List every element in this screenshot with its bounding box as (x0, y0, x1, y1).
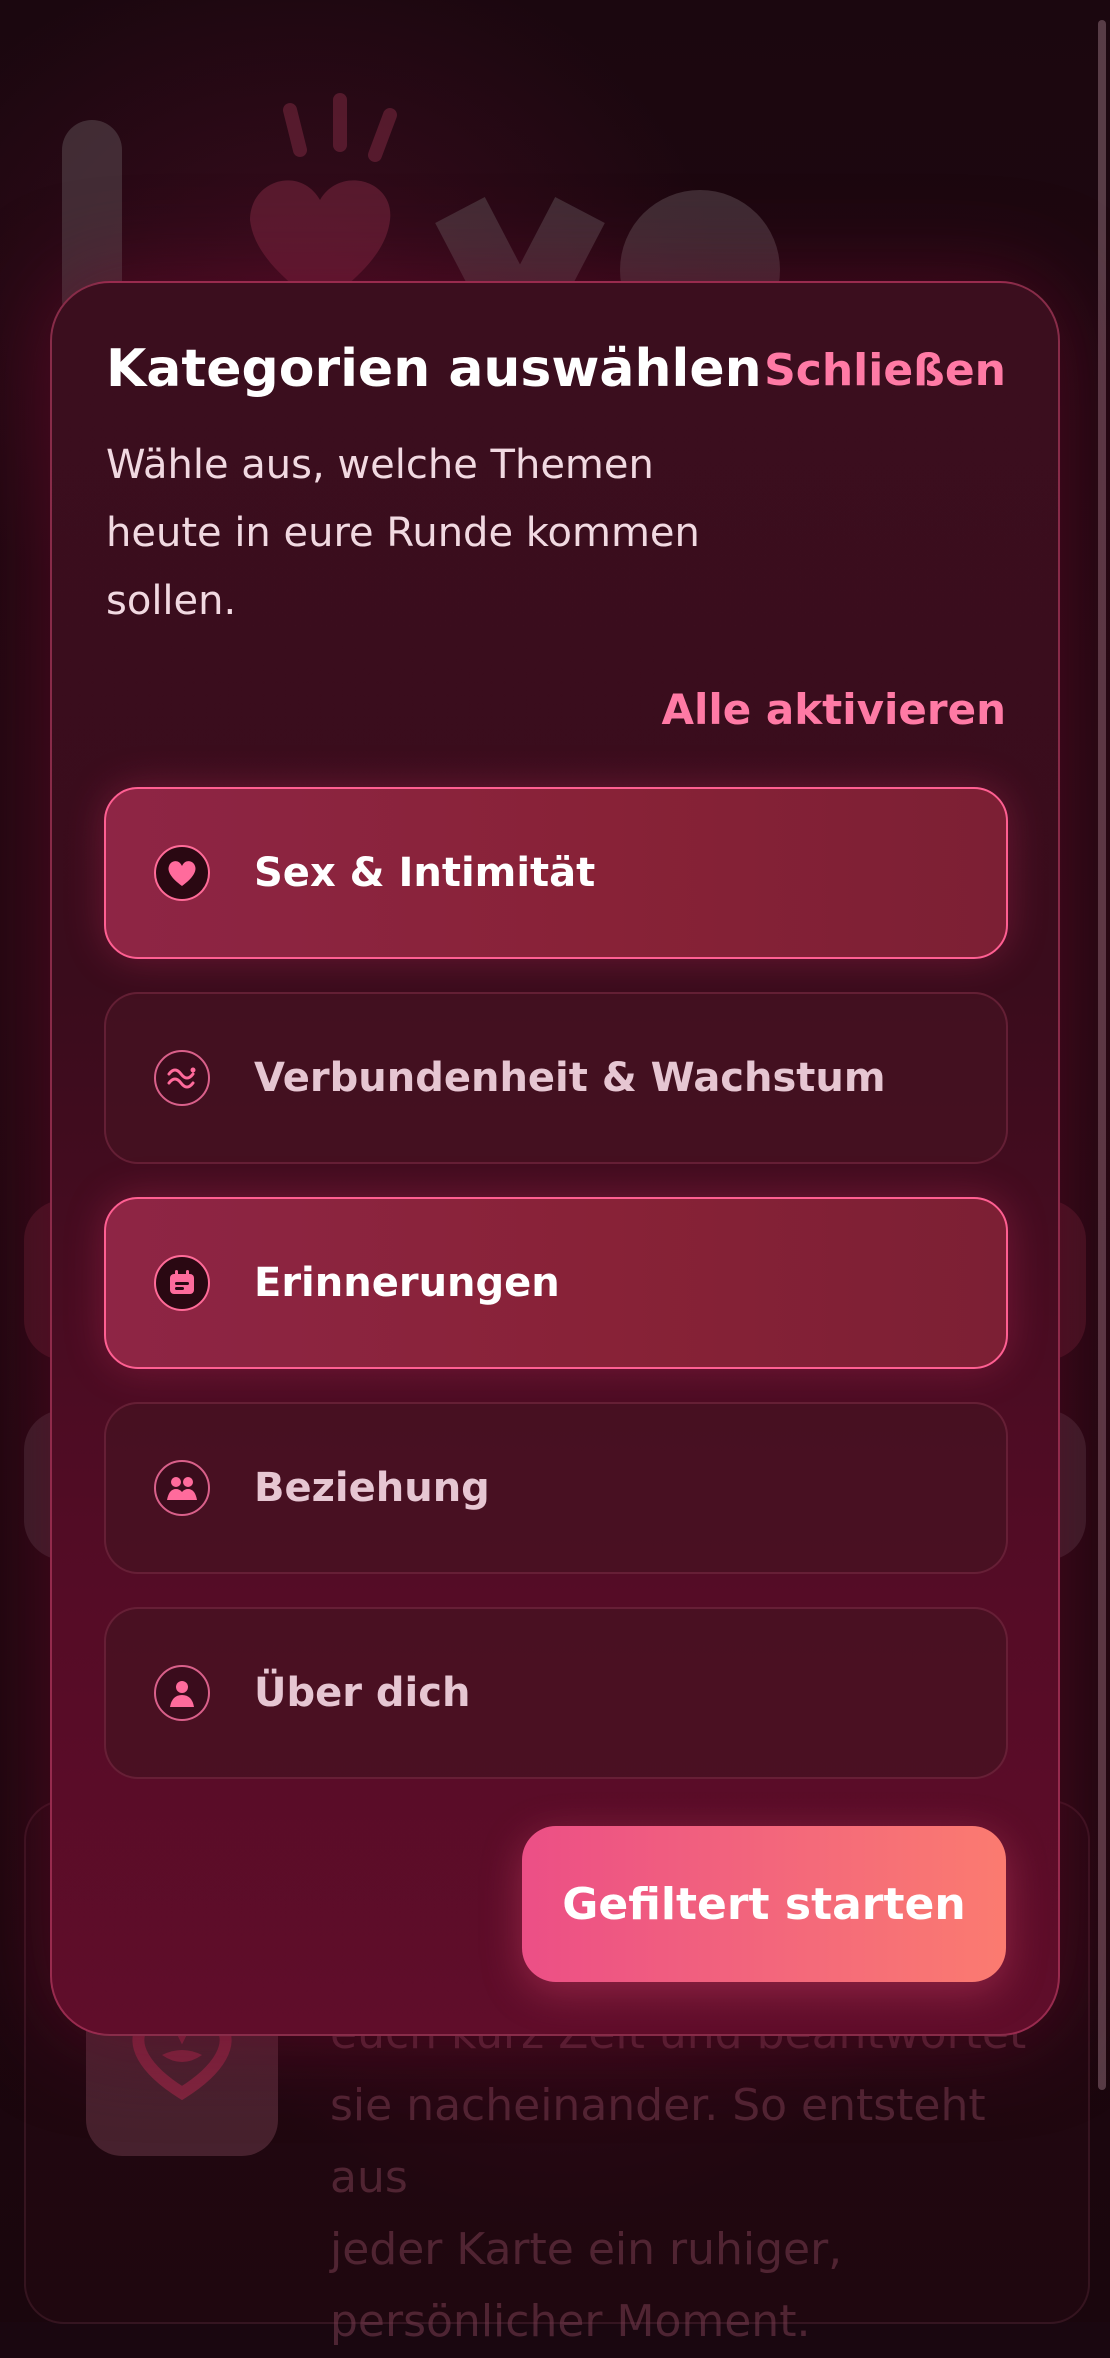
person-icon (154, 1665, 210, 1721)
calendar-icon (154, 1255, 210, 1311)
heart-icon (154, 845, 210, 901)
modal-subtitle: Wähle aus, welche Themen heute in eure R… (106, 442, 700, 624)
category-label: Sex & Intimität (254, 850, 596, 896)
close-button[interactable]: Schließen (764, 345, 1006, 396)
modal-title: Kategorien auswählen (106, 339, 762, 399)
category-label: Beziehung (254, 1465, 490, 1511)
category-label: Über dich (254, 1670, 471, 1716)
bg-text-line: jeder Karte ein ruhiger, (330, 2224, 843, 2275)
background-paragraph: euch kurz Zeit und beantwortet sie nache… (330, 1998, 1060, 2358)
category-verbundenheit-wachstum[interactable]: Verbundenheit & Wachstum (104, 992, 1008, 1164)
scrollbar[interactable] (1098, 20, 1106, 2090)
waves-icon (154, 1050, 210, 1106)
select-all-button[interactable]: Alle aktivieren (661, 685, 1006, 734)
category-beziehung[interactable]: Beziehung (104, 1402, 1008, 1574)
category-erinnerungen[interactable]: Erinnerungen (104, 1197, 1008, 1369)
couple-icon (154, 1460, 210, 1516)
category-label: Erinnerungen (254, 1260, 560, 1306)
category-modal: Kategorien auswählen Schließen Wähle aus… (50, 281, 1060, 2036)
bg-text-line: persönlicher Moment. (330, 2296, 811, 2347)
category-ueber-dich[interactable]: Über dich (104, 1607, 1008, 1779)
start-filtered-button[interactable]: Gefiltert starten (522, 1826, 1006, 1982)
bg-text-line: sie nacheinander. So entsteht aus (330, 2080, 986, 2203)
category-sex-intimitaet[interactable]: Sex & Intimität (104, 787, 1008, 959)
category-label: Verbundenheit & Wachstum (254, 1055, 886, 1101)
